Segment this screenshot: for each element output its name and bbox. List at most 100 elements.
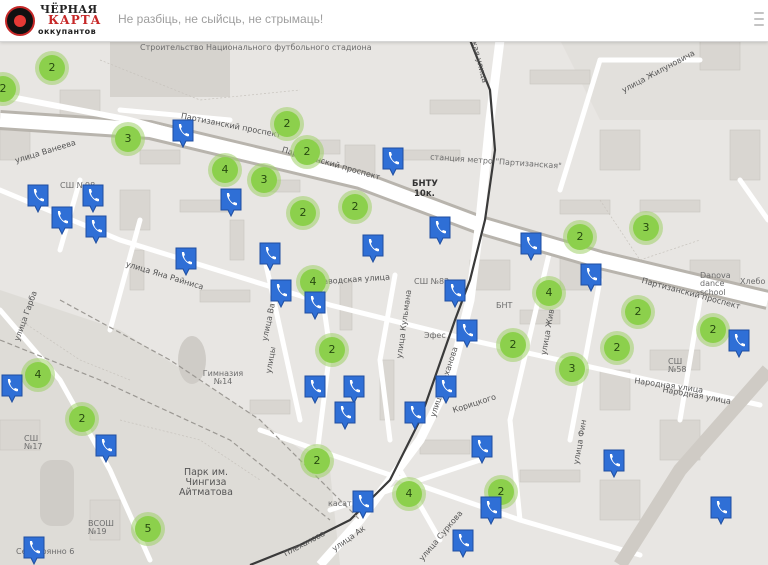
top-bar: ЧЁРНАЯ КАРТА оккупантов <box>0 0 768 42</box>
cluster-marker[interactable]: 2 <box>338 190 372 224</box>
logo-line-2: КАРТА <box>48 13 102 27</box>
label-park: Парк им. Чингиза Айтматова <box>179 467 233 498</box>
phone-pin[interactable] <box>381 146 405 176</box>
phone-icon <box>304 291 326 320</box>
cluster-marker[interactable]: 5 <box>131 512 165 546</box>
phone-icon <box>404 401 426 430</box>
cluster-marker[interactable]: 4 <box>532 276 566 310</box>
cluster-marker[interactable]: 4 <box>392 477 426 511</box>
phone-icon <box>520 232 542 261</box>
cluster-marker[interactable]: 2 <box>621 295 655 329</box>
cluster-marker[interactable]: 2 <box>563 220 597 254</box>
logo[interactable]: ЧЁРНАЯ КАРТА оккупантов <box>2 2 106 38</box>
label-sh82: СШ №82 <box>414 277 450 286</box>
phone-pin[interactable] <box>519 231 543 261</box>
phone-pin[interactable] <box>219 187 243 217</box>
phone-icon <box>220 188 242 217</box>
phone-pin[interactable] <box>727 328 751 358</box>
cluster-marker[interactable]: 4 <box>208 153 242 187</box>
phone-pin[interactable] <box>470 434 494 464</box>
phone-pin[interactable] <box>303 290 327 320</box>
phone-pin[interactable] <box>303 374 327 404</box>
cluster-count: 2 <box>500 332 526 358</box>
cluster-marker[interactable]: 2 <box>696 313 730 347</box>
phone-icon <box>471 435 493 464</box>
phone-pin[interactable] <box>22 535 46 565</box>
phone-pin[interactable] <box>258 241 282 271</box>
phone-pin[interactable] <box>451 528 475 558</box>
cluster-count: 2 <box>294 139 320 165</box>
cluster-count: 2 <box>39 55 65 81</box>
phone-pin[interactable] <box>455 318 479 348</box>
label-kasatkina: касат <box>328 499 352 508</box>
phone-pin[interactable] <box>434 374 458 404</box>
phone-icon <box>172 119 194 148</box>
phone-icon <box>456 319 478 348</box>
phone-pin[interactable] <box>443 278 467 308</box>
label-vsosh19: ВСОШ №19 <box>88 519 114 537</box>
cluster-marker[interactable]: 2 <box>35 51 69 85</box>
label-bnt: БНТ <box>496 301 513 310</box>
cluster-marker[interactable]: 2 <box>496 328 530 362</box>
cluster-count: 2 <box>274 111 300 137</box>
cluster-marker[interactable]: 3 <box>555 352 589 386</box>
phone-pin[interactable] <box>269 278 293 308</box>
map-canvas[interactable]: Строительство Национального футбольного … <box>0 0 768 565</box>
cluster-count: 2 <box>604 335 630 361</box>
cluster-marker[interactable]: 3 <box>247 163 281 197</box>
phone-icon <box>85 215 107 244</box>
cluster-count: 3 <box>633 215 659 241</box>
cluster-count: 4 <box>536 280 562 306</box>
cluster-marker[interactable]: 2 <box>600 331 634 365</box>
label-gymnasium: Гимназия №14 <box>202 369 244 387</box>
cluster-count: 3 <box>115 126 141 152</box>
phone-pin[interactable] <box>174 246 198 276</box>
phone-icon <box>51 206 73 235</box>
phone-icon <box>444 279 466 308</box>
phone-pin[interactable] <box>50 205 74 235</box>
cluster-marker[interactable]: 3 <box>111 122 145 156</box>
phone-pin[interactable] <box>479 495 503 525</box>
cluster-marker[interactable]: 4 <box>21 358 55 392</box>
phone-pin[interactable] <box>0 373 24 403</box>
phone-icon <box>334 401 356 430</box>
label-efes: Эфес <box>424 331 446 340</box>
phone-icon <box>270 279 292 308</box>
cluster-marker[interactable]: 3 <box>629 211 663 245</box>
cluster-marker[interactable]: 2 <box>65 402 99 436</box>
search-input[interactable] <box>110 6 750 32</box>
cluster-marker[interactable]: 2 <box>290 135 324 169</box>
phone-pin[interactable] <box>171 118 195 148</box>
phone-pin[interactable] <box>602 448 626 478</box>
phone-pin[interactable] <box>333 400 357 430</box>
logo-emblem-icon <box>5 6 35 36</box>
phone-icon <box>452 529 474 558</box>
phone-pin[interactable] <box>351 489 375 519</box>
phone-pin[interactable] <box>94 433 118 463</box>
phone-pin[interactable] <box>428 215 452 245</box>
cluster-count: 2 <box>567 224 593 250</box>
label-bntu: БНТУ <box>412 179 438 189</box>
phone-icon <box>352 490 374 519</box>
cluster-count: 2 <box>625 299 651 325</box>
phone-pin[interactable] <box>579 262 603 292</box>
cluster-marker[interactable]: 2 <box>300 444 334 478</box>
label-danova: Danova dance school <box>700 271 731 297</box>
phone-pin[interactable] <box>361 233 385 263</box>
phone-pin[interactable] <box>709 495 733 525</box>
cluster-count: 4 <box>25 362 51 388</box>
phone-pin[interactable] <box>403 400 427 430</box>
cluster-count: 5 <box>135 516 161 542</box>
label-stadium: Строительство Национального футбольного … <box>140 43 372 52</box>
cluster-count: 2 <box>342 194 368 220</box>
phone-icon <box>259 242 281 271</box>
cluster-count: 2 <box>69 406 95 432</box>
phone-pin[interactable] <box>81 183 105 213</box>
cluster-count: 3 <box>251 167 277 193</box>
phone-pin[interactable] <box>84 214 108 244</box>
phone-icon <box>27 184 49 213</box>
cluster-marker[interactable]: 2 <box>315 333 349 367</box>
close-icon[interactable] <box>752 10 766 30</box>
phone-pin[interactable] <box>26 183 50 213</box>
cluster-marker[interactable]: 2 <box>286 196 320 230</box>
